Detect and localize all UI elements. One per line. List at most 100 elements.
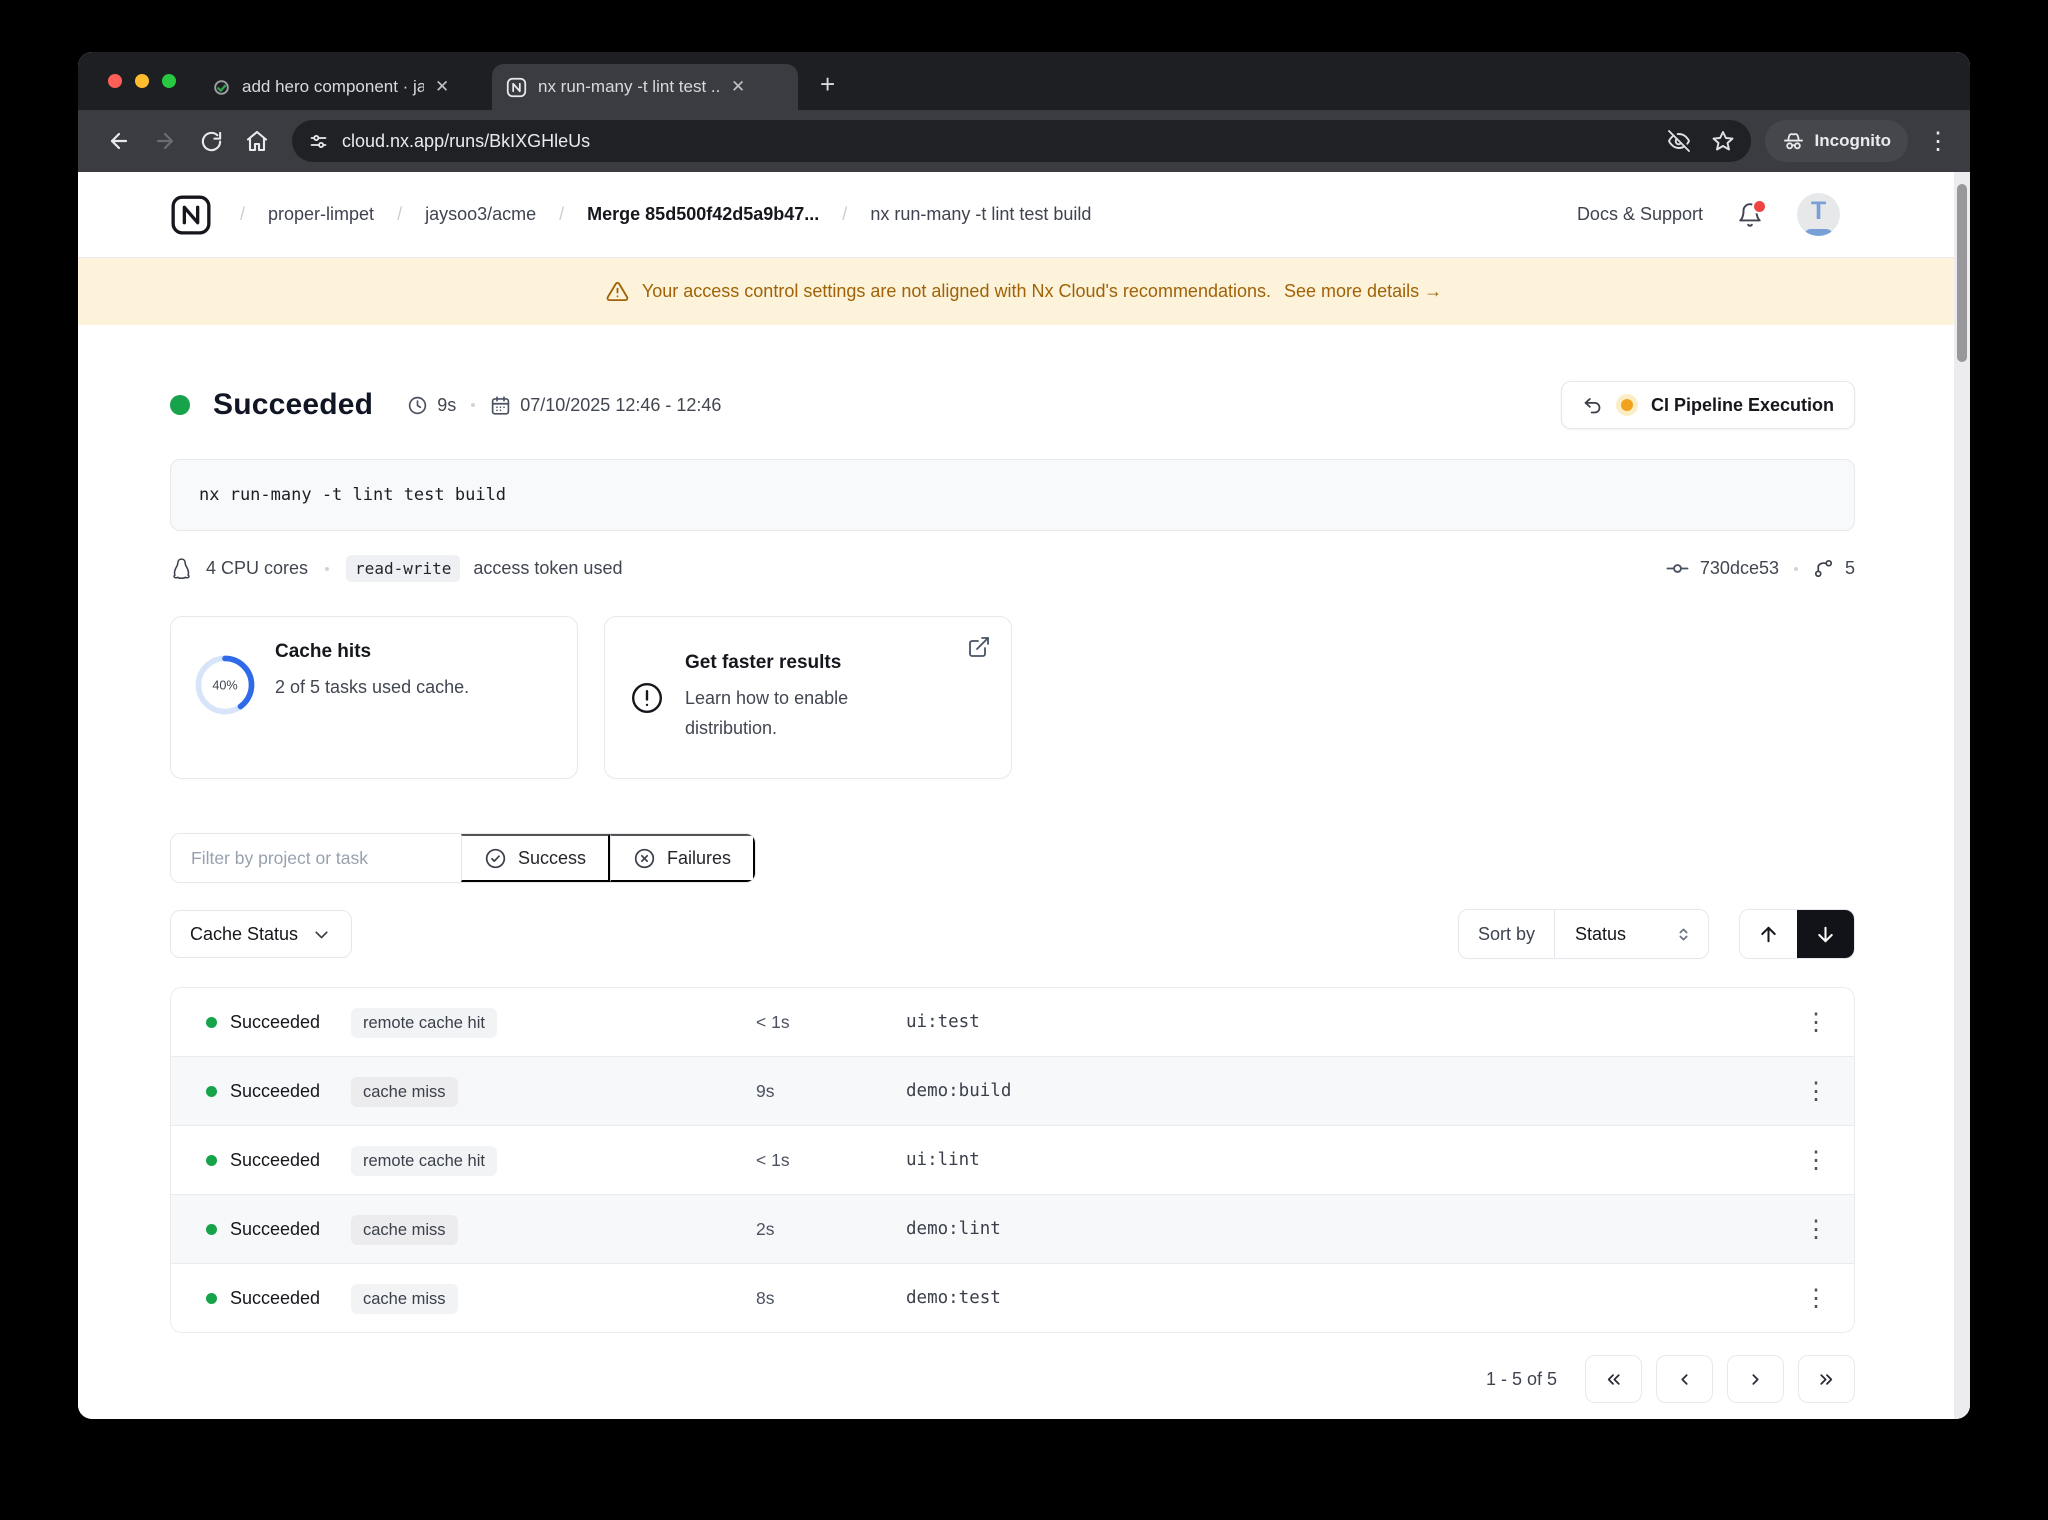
row-task-name[interactable]: ui:test (906, 1012, 1792, 1032)
row-menu-icon[interactable]: ⋮ (1796, 1140, 1836, 1180)
browser-toolbar: cloud.nx.app/runs/BkIXGHleUs Incognito ⋮ (78, 110, 1970, 172)
tab-nx-run[interactable]: nx run-many -t lint test ... fro ✕ (492, 64, 798, 110)
next-page-button[interactable] (1727, 1355, 1784, 1403)
browser-menu-icon[interactable]: ⋮ (1926, 127, 1950, 156)
row-duration: 2s (756, 1218, 775, 1239)
sort-field-select[interactable]: Status (1553, 910, 1708, 958)
docs-support-link[interactable]: Docs & Support (1577, 204, 1703, 225)
status-row: Succeeded 9s 07/10/2025 12:46 - 12:46 CI… (170, 381, 1855, 429)
row-task-name[interactable]: demo:test (906, 1288, 1792, 1308)
preview-hidden-icon[interactable] (1667, 129, 1691, 153)
clock-icon (409, 396, 427, 414)
check-status-icon (212, 78, 231, 97)
row-task-name[interactable]: demo:build (906, 1081, 1792, 1101)
row-duration: 9s (756, 1080, 775, 1101)
cache-status-badge: cache miss (351, 1214, 458, 1245)
cache-status-badge: cache miss (351, 1076, 458, 1107)
row-menu-icon[interactable]: ⋮ (1796, 1071, 1836, 1111)
avatar-letter: T (1810, 197, 1827, 225)
distribution-card[interactable]: Get faster results Learn how to enable d… (604, 616, 1012, 779)
pipeline-status-dot (1615, 394, 1638, 416)
access-control-banner: Your access control settings are not ali… (78, 258, 1970, 325)
row-success-dot (206, 1292, 217, 1304)
sort-group: Sort by Status (1457, 909, 1709, 959)
breadcrumb-repo[interactable]: jaysoo3/acme (425, 204, 536, 225)
breadcrumb: / proper-limpet / jaysoo3/acme / Merge 8… (240, 204, 1091, 225)
table-row[interactable]: Succeeded cache miss 9s demo:build ⋮ (171, 1056, 1854, 1125)
reload-button[interactable] (190, 120, 232, 162)
tab-pull-request[interactable]: add hero component · jaysoo ✕ (198, 64, 484, 110)
warning-icon (606, 280, 629, 303)
minimize-window-button[interactable] (135, 74, 149, 88)
home-button[interactable] (236, 120, 278, 162)
arrow-down-icon (1818, 926, 1833, 942)
notifications-button[interactable] (1737, 198, 1767, 228)
row-success-dot (206, 1154, 217, 1166)
breadcrumb-run[interactable]: nx run-many -t lint test build (870, 204, 1091, 225)
zoom-window-button[interactable] (162, 74, 176, 88)
page-content: / proper-limpet / jaysoo3/acme / Merge 8… (78, 172, 1970, 1419)
breadcrumb-workspace[interactable]: proper-limpet (268, 204, 374, 225)
close-window-button[interactable] (108, 74, 122, 88)
branch-count[interactable]: 5 (1845, 558, 1855, 579)
table-row[interactable]: Succeeded cache miss 2s demo:lint ⋮ (171, 1194, 1854, 1263)
row-menu-icon[interactable]: ⋮ (1796, 1278, 1836, 1318)
separator-dot (1793, 566, 1798, 571)
bookmark-star-icon[interactable] (1711, 129, 1735, 153)
notification-dot (1752, 198, 1767, 214)
tab-close-icon[interactable]: ✕ (731, 77, 745, 97)
row-task-name[interactable]: ui:lint (906, 1150, 1792, 1170)
forward-button[interactable] (144, 120, 186, 162)
row-status-label: Succeeded (230, 1287, 321, 1308)
chevron-down-icon (315, 930, 328, 938)
row-status-label: Succeeded (230, 1149, 321, 1170)
separator-dot (471, 403, 476, 407)
row-menu-icon[interactable]: ⋮ (1796, 1002, 1836, 1042)
commit-icon (1666, 564, 1689, 573)
ci-pipeline-execution-button[interactable]: CI Pipeline Execution (1560, 381, 1855, 429)
filter-failures-button[interactable]: Failures (610, 834, 756, 882)
banner-details-link[interactable]: See more details → (1284, 281, 1442, 302)
cache-status-dropdown[interactable]: Cache Status (170, 910, 353, 958)
page-scrollbar[interactable] (1954, 172, 1970, 1419)
last-page-button[interactable] (1798, 1355, 1855, 1403)
table-row[interactable]: Succeeded cache miss 8s demo:test ⋮ (171, 1263, 1854, 1332)
new-tab-button[interactable]: + (820, 69, 835, 100)
table-row[interactable]: Succeeded remote cache hit < 1s ui:lint … (171, 1125, 1854, 1194)
sort-ascending-button[interactable] (1740, 910, 1797, 958)
row-success-dot (206, 1085, 217, 1097)
table-row[interactable]: Succeeded remote cache hit < 1s ui:test … (171, 988, 1854, 1056)
first-page-button[interactable] (1585, 1355, 1642, 1403)
avatar[interactable]: T (1797, 193, 1840, 236)
app-header: / proper-limpet / jaysoo3/acme / Merge 8… (78, 172, 1970, 258)
cache-percent-label: 40% (212, 678, 237, 692)
summary-cards: 40% Cache hits 2 of 5 tasks used cache. … (170, 616, 1855, 779)
external-link-icon[interactable] (967, 635, 991, 659)
row-status-label: Succeeded (230, 1080, 321, 1101)
site-settings-icon[interactable] (308, 131, 329, 152)
access-token-text: access token used (473, 558, 623, 578)
git-branch-icon (1814, 559, 1833, 578)
undo-icon (1584, 397, 1601, 413)
alert-circle-icon (632, 682, 662, 713)
nx-cloud-logo[interactable] (170, 194, 212, 236)
row-menu-icon[interactable]: ⋮ (1796, 1209, 1836, 1249)
tab-title: nx run-many -t lint test ... fro (538, 77, 720, 96)
cache-status-badge: remote cache hit (351, 1145, 497, 1176)
tab-close-icon[interactable]: ✕ (435, 77, 449, 97)
url-bar[interactable]: cloud.nx.app/runs/BkIXGHleUs (292, 120, 1751, 162)
run-time-range: 07/10/2025 12:46 - 12:46 (490, 395, 721, 416)
task-filter-input[interactable] (171, 834, 461, 882)
list-controls-row: Cache Status Sort by Status (170, 909, 1855, 959)
commit-sha[interactable]: 730dce53 (1700, 558, 1779, 579)
breadcrumb-commit[interactable]: Merge 85d500f42d5a9b47... (587, 204, 819, 225)
row-task-name[interactable]: demo:lint (906, 1219, 1792, 1239)
prev-page-button[interactable] (1656, 1355, 1713, 1403)
url-text[interactable]: cloud.nx.app/runs/BkIXGHleUs (342, 131, 590, 152)
back-button[interactable] (98, 120, 140, 162)
row-status-label: Succeeded (230, 1218, 321, 1239)
check-circle-icon (485, 848, 506, 868)
filter-success-button[interactable]: Success (461, 834, 611, 882)
scrollbar-thumb[interactable] (1957, 184, 1967, 362)
sort-descending-button[interactable] (1797, 910, 1854, 958)
